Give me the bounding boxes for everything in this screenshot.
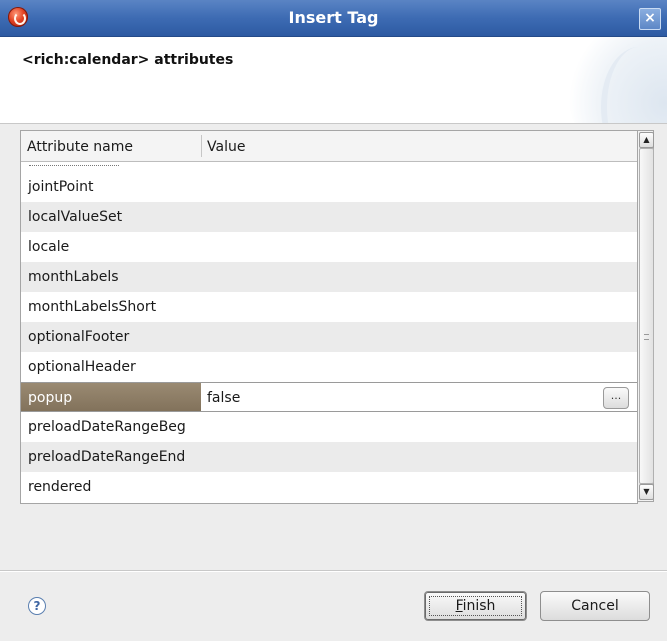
table-row[interactable]: monthLabelsShort <box>21 292 637 322</box>
title-bar: Insert Tag × <box>0 0 667 37</box>
attribute-name-cell: preloadDateRangeBeg <box>28 419 186 435</box>
close-button[interactable]: × <box>639 8 661 30</box>
scroll-up-arrow-icon[interactable]: ▲ <box>639 132 654 148</box>
attribute-name-cell: locale <box>28 239 70 255</box>
table-row[interactable]: locale <box>21 232 637 262</box>
window-title: Insert Tag <box>288 8 379 27</box>
attribute-name-cell: jointPoint <box>28 179 94 195</box>
attribute-name-cell: localValueSet <box>28 209 123 225</box>
scroll-thumb[interactable] <box>639 148 654 484</box>
table-row[interactable]: optionalHeader <box>21 352 637 382</box>
column-header-attribute-name[interactable]: Attribute name <box>27 131 133 163</box>
column-header-value[interactable]: Value <box>207 131 245 163</box>
table-row[interactable]: jointPoint <box>21 172 637 202</box>
vertical-scrollbar[interactable]: ▲ ▼ <box>637 130 654 502</box>
table-body: jointPoint localValueSet locale monthLabels… <box>21 162 637 503</box>
table-row[interactable]: optionalFooter <box>21 322 637 352</box>
attribute-name-cell: monthLabels <box>28 269 119 285</box>
column-separator[interactable] <box>201 135 202 157</box>
dialog-header: <rich:calendar> attributes <box>0 37 667 124</box>
attribute-name-cell: optionalHeader <box>28 359 136 375</box>
attribute-name-cell: rendered <box>28 479 92 495</box>
table-row[interactable]: monthLabels <box>21 262 637 292</box>
finish-button[interactable]: Finish <box>424 591 527 621</box>
scroll-down-arrow-icon[interactable]: ▼ <box>639 484 654 500</box>
help-icon[interactable]: ? <box>28 597 46 615</box>
table-row-partial[interactable] <box>21 162 637 172</box>
table-row[interactable]: localValueSet <box>21 202 637 232</box>
cancel-button[interactable]: Cancel <box>540 591 650 621</box>
table-header: Attribute name Value <box>21 131 637 162</box>
header-title: <rich:calendar> attributes <box>22 52 234 68</box>
ellipsis-button[interactable]: ... <box>603 387 629 409</box>
table-row[interactable]: preloadDateRangeEnd <box>21 442 637 472</box>
attribute-name-cell: preloadDateRangeEnd <box>28 449 186 465</box>
focus-ring <box>429 596 522 616</box>
attribute-name-cell: monthLabelsShort <box>28 299 157 315</box>
table-row[interactable]: popup false... <box>21 382 637 412</box>
attributes-table: Attribute name Value jointPoint localValu… <box>20 130 638 504</box>
table-row[interactable]: rendered <box>21 472 637 502</box>
attribute-value-cell[interactable]: false <box>207 383 240 413</box>
footer-divider <box>0 570 667 572</box>
table-row[interactable]: preloadDateRangeBeg <box>21 412 637 442</box>
attribute-name-cell: popup <box>28 390 73 406</box>
attribute-name-cell: optionalFooter <box>28 329 130 345</box>
